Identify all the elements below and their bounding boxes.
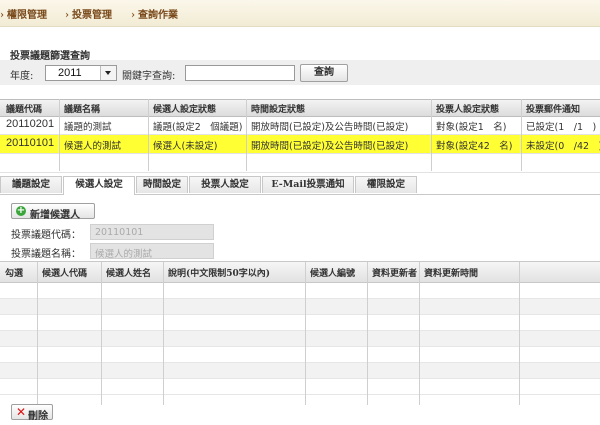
plus-circle-icon: + [16, 205, 26, 216]
column-divider [367, 262, 368, 405]
add-candidate-button[interactable]: + 新增候選人 [11, 203, 95, 221]
col-voter-status: 投票人設定狀態 [436, 105, 500, 115]
x-icon: ✕ [16, 405, 27, 419]
breadcrumb-item-query[interactable]: › 查詢作業 [131, 6, 178, 21]
column-divider [37, 262, 38, 405]
tab-time-settings[interactable]: 時間設定 [136, 176, 188, 193]
topic-name-field: 候選人的測試 [90, 243, 214, 260]
breadcrumb-item-vote-manage[interactable]: › 投票管理 [65, 6, 112, 21]
table-row-empty [0, 379, 600, 395]
column-divider [148, 99, 149, 171]
col-description: 說明(中文限制50字以內) [168, 269, 271, 279]
col-candidate-number: 候選人編號 [310, 269, 356, 279]
column-divider [419, 262, 420, 405]
candidate-status: 議題(設定2 個議題) [153, 122, 243, 133]
keyword-label: 關鍵字查詢: [122, 71, 176, 82]
table-row-selected[interactable]: 20110101 候選人的測試 候選人(未設定) 開放時間(已設定)及公告時間(… [0, 135, 600, 154]
keyword-input[interactable] [185, 65, 295, 81]
tab-voter-settings[interactable]: 投票人設定 [189, 176, 261, 193]
column-divider [431, 99, 432, 171]
col-updated-time: 資料更新時間 [424, 269, 479, 279]
topic-code: 20110201 [6, 118, 55, 130]
candidate-table: 勾選 候選人代碼 候選人姓名 說明(中文限制50字以內) 候選人編號 資料更新者… [0, 261, 600, 405]
column-divider [521, 99, 522, 171]
arrow-right-icon: › [131, 10, 135, 21]
settings-tabs: 議題設定 候選人設定 時間設定 投票人設定 E-Mail投票通知 權限設定 [0, 174, 600, 195]
voter-status: 對象(設定42 名) [436, 141, 513, 152]
time-status: 開放時間(已設定)及公告時間(已設定) [251, 122, 409, 133]
col-mail-notice: 投票郵件通知 [526, 105, 581, 115]
mail-notice: 未設定(0 /42 ) [526, 141, 600, 152]
breadcrumb-item-permission[interactable]: › 權限管理 [0, 6, 47, 21]
mail-notice: 已設定(1 /1 ) [526, 122, 597, 133]
year-select[interactable]: 2011 [45, 65, 117, 81]
table-row-empty [0, 299, 600, 315]
col-updated-by: 資料更新者 [372, 269, 418, 279]
delete-button[interactable]: ✕ 刪除 [11, 404, 53, 422]
year-label: 年度: [10, 71, 34, 82]
topic-code: 20110101 [6, 137, 55, 149]
arrow-right-icon: › [65, 10, 69, 21]
topic-code-field: 20110101 [90, 224, 214, 240]
topic-name: 議題的測試 [64, 122, 112, 133]
topic-code-label: 投票議題代碼： [11, 230, 81, 241]
topic-name-label: 投票議題名稱： [11, 249, 81, 260]
col-candidate-name: 候選人姓名 [106, 269, 152, 279]
column-divider [59, 99, 60, 171]
topic-name: 候選人的測試 [64, 141, 122, 152]
table-row-empty [0, 331, 600, 347]
search-button[interactable]: 查詢 [300, 64, 348, 82]
voter-status: 對象(設定1 名) [436, 122, 507, 133]
table-row-empty [0, 154, 600, 173]
topic-table-header: 議題代碼 議題名稱 候選人設定狀態 時間設定狀態 投票人設定狀態 投票郵件通知 [0, 99, 600, 117]
col-candidate-status: 候選人設定狀態 [153, 105, 217, 115]
table-row-empty [0, 315, 600, 331]
breadcrumb: › 權限管理 › 投票管理 › 查詢作業 [0, 0, 600, 27]
table-row-empty [0, 347, 600, 363]
col-candidate-code: 候選人代碼 [42, 269, 88, 279]
table-row-empty [0, 283, 600, 299]
col-topic-name: 議題名稱 [64, 105, 101, 115]
year-value: 2011 [58, 67, 82, 79]
tab-topic-settings[interactable]: 議題設定 [0, 176, 62, 193]
table-row-empty [0, 363, 600, 379]
col-select: 勾選 [5, 269, 24, 279]
column-divider [519, 262, 520, 405]
time-status: 開放時間(已設定)及公告時間(已設定) [251, 141, 409, 152]
tab-permission-settings[interactable]: 權限設定 [355, 176, 417, 193]
col-time-status: 時間設定狀態 [251, 105, 306, 115]
query-bar: 年度: 2011 關鍵字查詢: 查詢 [0, 60, 600, 85]
table-row[interactable]: 20110201 議題的測試 議題(設定2 個議題) 開放時間(已設定)及公告時… [0, 116, 600, 135]
candidate-status: 候選人(未設定) [153, 141, 218, 152]
col-topic-code: 議題代碼 [6, 105, 43, 115]
column-divider [246, 99, 247, 171]
candidate-table-header: 勾選 候選人代碼 候選人姓名 說明(中文限制50字以內) 候選人編號 資料更新者… [0, 262, 600, 283]
column-divider [305, 262, 306, 405]
tab-candidate-settings[interactable]: 候選人設定 [63, 176, 135, 195]
column-divider [163, 262, 164, 405]
column-divider [101, 262, 102, 405]
chevron-down-icon[interactable] [100, 66, 116, 80]
arrow-right-icon: › [0, 10, 4, 21]
tab-email-notice[interactable]: E-Mail投票通知 [262, 176, 354, 193]
